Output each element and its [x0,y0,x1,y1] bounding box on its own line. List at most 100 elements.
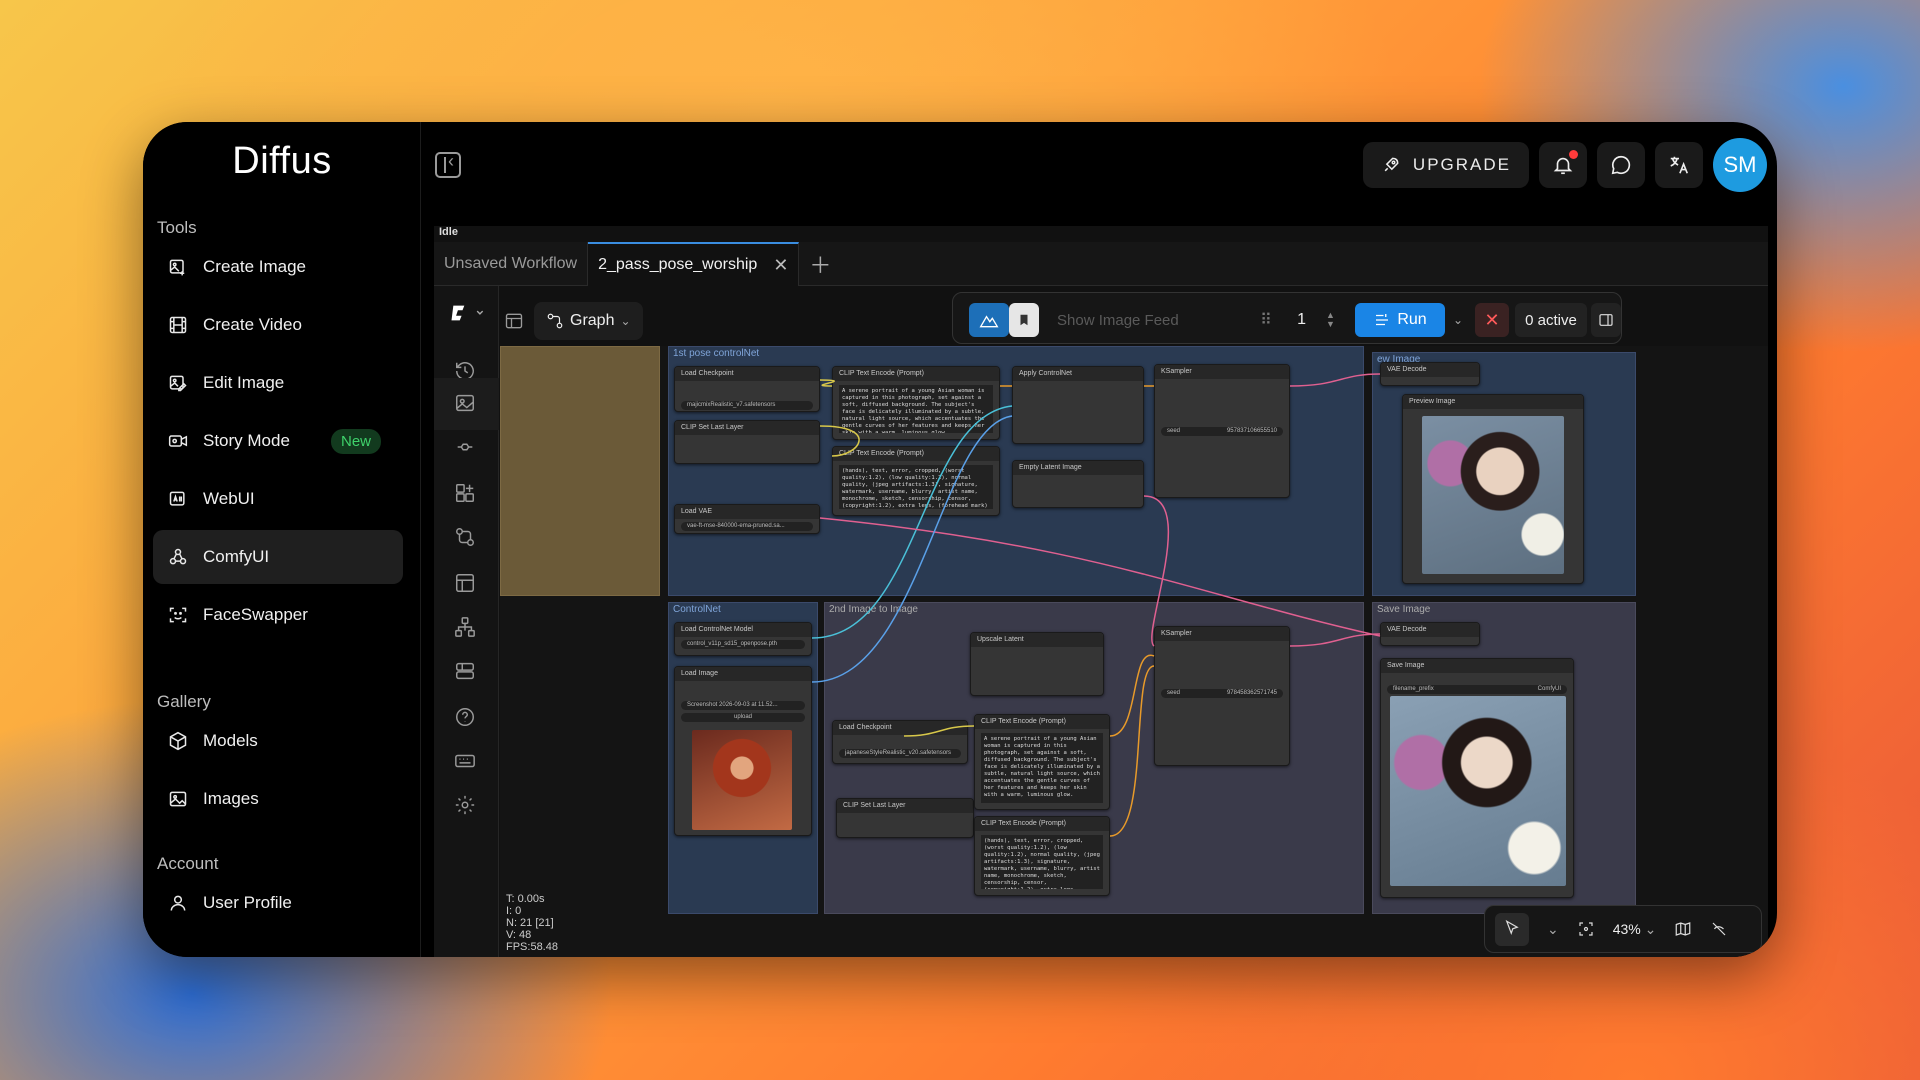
node-ksampler[interactable]: KSampler seed 957837106655510 [1154,364,1290,498]
view-mode-dropdown[interactable]: Graph ⌄ [534,302,643,340]
sidebar-item-faceswapper[interactable]: FaceSwapper [153,588,403,642]
node-library-icon[interactable] [454,392,478,416]
plus-icon: ＋ [809,253,832,278]
new-tab-button[interactable]: ＋ [799,242,841,286]
node-vae-decode[interactable]: VAE Decode [1380,362,1480,386]
sidebar: Diffus Tools Create Image Create Video E… [143,122,421,957]
close-icon[interactable]: ✕ [773,255,788,276]
node-clip-set-last-layer-2[interactable]: CLIP Set Last Layer [836,798,974,838]
notification-dot [1569,150,1578,159]
widget-value: japaneseStyleRealistic_v20.safetensors [845,750,952,756]
node-load-checkpoint-2[interactable]: Load Checkpoint japaneseStyleRealistic_v… [832,720,968,764]
sidebar-item-models[interactable]: Models [153,714,403,768]
sidebar-item-create-video[interactable]: Create Video [153,298,403,352]
node-ksampler-2[interactable]: KSampler seed 978458362571745 [1154,626,1290,766]
ckpt-widget[interactable]: majicmixRealistic_v7.safetensors [681,401,813,410]
node-vae-decode-2[interactable]: VAE Decode [1380,622,1480,646]
comfy-sidebar [434,286,499,957]
help-icon[interactable] [454,706,478,730]
tab-unsaved-workflow[interactable]: Unsaved Workflow [434,242,589,286]
node-title: Preview Image [1403,395,1583,409]
show-image-feed-toggle[interactable]: Show Image Feed [1057,303,1207,337]
zoom-dropdown[interactable]: 43% ⌄ [1613,921,1657,938]
node-load-checkpoint[interactable]: Load Checkpoint majicmixRealistic_v7.saf… [674,366,820,412]
comfy-logo-menu[interactable] [448,302,488,326]
tab-label: Unsaved Workflow [444,255,578,272]
tab-2-pass-pose-worship[interactable]: 2_pass_pose_worship ✕ [588,242,800,286]
cancel-button[interactable]: ✕ [1475,303,1509,337]
webui-icon [167,488,189,510]
run-button[interactable]: Run [1355,303,1445,337]
upgrade-button[interactable]: UPGRADE [1362,142,1529,188]
node-clip-text-encode-positive[interactable]: CLIP Text Encode (Prompt) A serene portr… [832,366,1000,440]
drag-handle-icon[interactable]: ⠿ [1259,303,1273,337]
hide-links-icon[interactable] [1710,920,1728,938]
node-clip-set-last-layer[interactable]: CLIP Set Last Layer [674,420,820,464]
node-title: Load Checkpoint [833,721,967,735]
node-clip-text-encode-4[interactable]: CLIP Text Encode (Prompt) (hands), text,… [974,816,1110,896]
video-icon [167,430,189,452]
node-clip-text-encode-3[interactable]: CLIP Text Encode (Prompt) A serene portr… [974,714,1110,810]
node-load-vae[interactable]: Load VAE vae-ft-mse-840000-ema-pruned.sa… [674,504,820,534]
hierarchy-icon[interactable] [454,616,478,640]
language-button[interactable] [1655,142,1703,188]
upload-button[interactable]: upload [681,713,805,722]
stepper-arrows-icon[interactable]: ▲ ▼ [1326,311,1335,329]
run-options-chevron-icon[interactable]: ⌄ [1449,303,1467,337]
panel-toggle-icon[interactable] [504,311,524,331]
active-queue-button[interactable]: 0 active [1515,303,1587,337]
seed-widget[interactable]: seed 957837106655510 [1161,427,1283,436]
face-scan-icon [167,604,189,626]
sidebar-item-story-mode[interactable]: Story Mode New [153,414,403,468]
node-apply-controlnet[interactable]: Apply ControlNet [1012,366,1144,444]
keyboard-icon[interactable] [454,750,478,774]
filename-prefix-widget[interactable]: filename_prefix ComfyUI [1387,685,1567,694]
fit-view-icon[interactable] [1577,920,1595,938]
side-panel-toggle[interactable] [1591,303,1621,337]
prompt-text[interactable]: (hands), text, error, cropped, (worst qu… [981,835,1103,889]
app-window: Diffus Tools Create Image Create Video E… [143,122,1777,957]
comfy-mountain-button[interactable] [969,303,1009,337]
templates-icon[interactable] [454,572,478,596]
layout-icon[interactable] [454,660,478,684]
prompt-text[interactable]: (hands), text, error, cropped, (worst qu… [839,465,993,509]
ckpt2-widget[interactable]: japaneseStyleRealistic_v20.safetensors [839,749,961,758]
settings-gear-icon[interactable] [454,794,478,818]
prompt-text[interactable]: A serene portrait of a young Asian woman… [839,385,993,433]
node-clip-text-encode-negative[interactable]: CLIP Text Encode (Prompt) (hands), text,… [832,446,1000,516]
node-canvas[interactable]: 1st pose controlNet ew Image ControlNet … [500,346,1768,957]
minimap-icon[interactable] [1674,920,1692,938]
sidebar-item-label: Create Image [203,257,306,276]
chat-button[interactable] [1597,142,1645,188]
zoom-level: 43% [1612,920,1641,937]
node-upscale-latent[interactable]: Upscale Latent [970,632,1104,696]
bookmark-button[interactable] [1009,303,1039,337]
model-library-icon[interactable] [454,436,478,460]
prompt-text[interactable]: A serene portrait of a young Asian woman… [981,733,1103,803]
node-title: CLIP Text Encode (Prompt) [833,447,999,461]
chevron-down-icon[interactable]: ⌄ [1547,921,1559,938]
node-title: CLIP Set Last Layer [675,421,819,435]
preview-image [1422,416,1564,574]
select-tool-button[interactable] [1495,912,1529,946]
sidebar-item-images[interactable]: Images [153,772,403,826]
node-empty-latent-image[interactable]: Empty Latent Image [1012,460,1144,508]
cn-widget[interactable]: control_v11p_sd15_openpose.pth [681,640,805,649]
sidebar-item-webui[interactable]: WebUI [153,472,403,526]
sidebar-item-user-profile[interactable]: User Profile [153,876,403,930]
sidebar-item-edit-image[interactable]: Edit Image [153,356,403,410]
sidebar-item-create-image[interactable]: Create Image [153,240,403,294]
vae-widget[interactable]: vae-ft-mse-840000-ema-pruned.sa... [681,522,813,531]
workflows-icon[interactable] [454,482,478,506]
avatar[interactable]: SM [1713,138,1767,192]
view-mode-label: Graph [570,312,615,329]
notifications-button[interactable] [1539,142,1587,188]
image-widget[interactable]: Screenshot 2026-09-03 at 11.52... [681,701,805,710]
node-load-controlnet-model[interactable]: Load ControlNet Model control_v11p_sd15_… [674,622,812,656]
seed-widget[interactable]: seed 978458362571745 [1161,689,1283,698]
nodes-map-icon[interactable] [454,526,478,550]
notes-group[interactable] [500,346,660,596]
sidebar-item-comfyui[interactable]: ComfyUI [153,530,403,584]
queue-count-stepper[interactable]: 1 ▲ ▼ [1281,303,1351,337]
sidebar-toggle-button[interactable] [435,151,461,178]
